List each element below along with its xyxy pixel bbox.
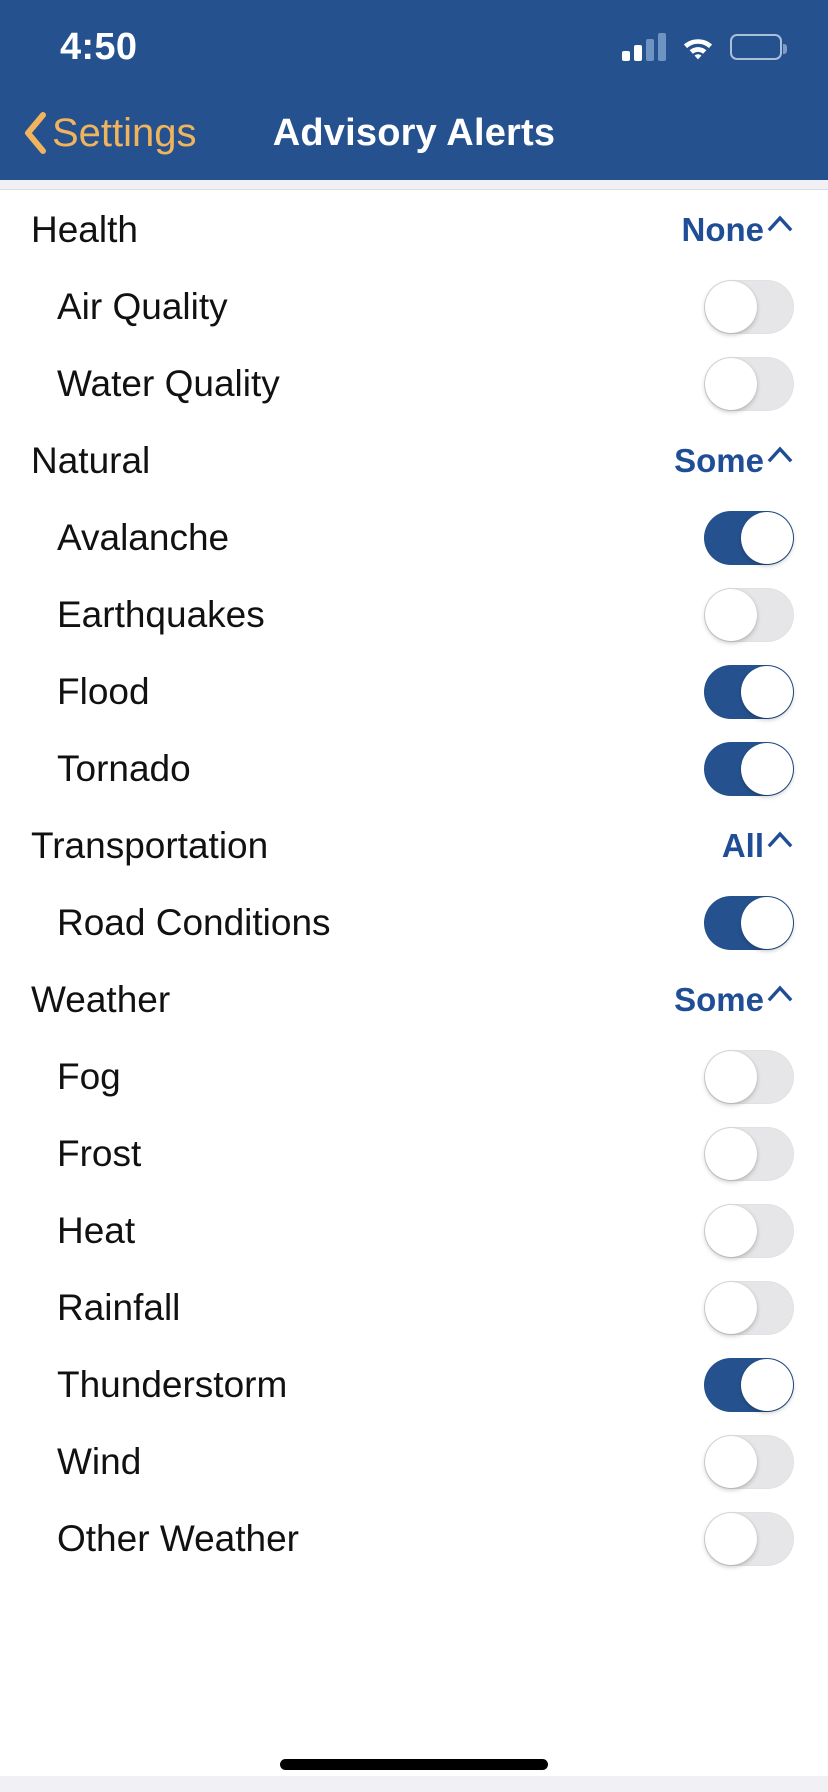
toggle-knob <box>741 665 793 718</box>
toggle-knob <box>741 742 793 795</box>
section-header-weather[interactable]: Weather Some <box>0 961 828 1038</box>
toggle-knob <box>705 280 757 333</box>
toggle-heat[interactable] <box>704 1203 794 1258</box>
section-title: Natural <box>31 440 151 481</box>
chevron-left-icon <box>22 110 48 156</box>
header: 4:50 Settings Advisory Alerts <box>0 0 828 180</box>
alert-row-flood[interactable]: Flood <box>0 653 828 730</box>
alert-row-label: Fog <box>57 1056 121 1097</box>
toggle-knob <box>705 1050 757 1103</box>
alert-row-label: Heat <box>57 1210 136 1251</box>
alert-row-label: Flood <box>57 671 150 712</box>
chevron-up-icon <box>766 210 794 238</box>
status-bar: 4:50 <box>0 0 828 86</box>
alert-row-heat[interactable]: Heat <box>0 1192 828 1269</box>
toggle-tornado[interactable] <box>704 741 794 796</box>
section-title: Weather <box>31 979 171 1020</box>
section-header-transportation[interactable]: Transportation All <box>0 807 828 884</box>
toggle-knob <box>705 1435 757 1488</box>
toggle-knob <box>741 1358 793 1411</box>
section-status[interactable]: None <box>682 213 795 246</box>
section-status[interactable]: All <box>722 829 794 862</box>
cellular-signal-icon <box>622 33 666 61</box>
section-status-label: Some <box>674 981 764 1018</box>
toggle-flood[interactable] <box>704 664 794 719</box>
navigation-bar: Settings Advisory Alerts <box>0 86 828 180</box>
toggle-knob <box>741 511 793 564</box>
toggle-water-quality[interactable] <box>704 356 794 411</box>
section-header-natural[interactable]: Natural Some <box>0 422 828 499</box>
alert-row-avalanche[interactable]: Avalanche <box>0 499 828 576</box>
alerts-list: Health None Air Quality Water Quality Natura… <box>0 191 828 1577</box>
alert-row-label: Tornado <box>57 748 191 789</box>
alert-row-label: Wind <box>57 1441 142 1482</box>
alert-row-label: Water Quality <box>57 363 280 404</box>
alert-row-label: Air Quality <box>57 286 228 327</box>
toggle-rainfall[interactable] <box>704 1280 794 1335</box>
section-status[interactable]: Some <box>674 983 794 1016</box>
alert-row-rainfall[interactable]: Rainfall <box>0 1269 828 1346</box>
alert-row-label: Rainfall <box>57 1287 181 1328</box>
toggle-frost[interactable] <box>704 1126 794 1181</box>
app-screen: 4:50 Settings Advisory Alerts Health Non… <box>0 0 828 1792</box>
toggle-thunderstorm[interactable] <box>704 1357 794 1412</box>
toggle-other-weather[interactable] <box>704 1511 794 1566</box>
bottom-strip <box>0 1776 828 1792</box>
toggle-knob <box>705 588 757 641</box>
chevron-up-icon <box>766 980 794 1008</box>
toggle-wind[interactable] <box>704 1434 794 1489</box>
toggle-knob <box>741 896 793 949</box>
back-button-label: Settings <box>52 111 197 155</box>
alert-row-label: Frost <box>57 1133 142 1174</box>
alert-row-wind[interactable]: Wind <box>0 1423 828 1500</box>
toggle-knob <box>705 1127 757 1180</box>
status-bar-clock: 4:50 <box>60 26 138 68</box>
toggle-fog[interactable] <box>704 1049 794 1104</box>
alert-row-label: Other Weather <box>57 1518 299 1559</box>
alert-row-label: Road Conditions <box>57 902 331 943</box>
chevron-up-icon <box>766 441 794 469</box>
alert-row-label: Earthquakes <box>57 594 265 635</box>
alert-row-tornado[interactable]: Tornado <box>0 730 828 807</box>
status-bar-icons <box>622 25 787 61</box>
chevron-up-icon <box>766 826 794 854</box>
alert-row-thunderstorm[interactable]: Thunderstorm <box>0 1346 828 1423</box>
section-header-health[interactable]: Health None <box>0 191 828 268</box>
toggle-earthquakes[interactable] <box>704 587 794 642</box>
section-status-label: Some <box>674 442 764 479</box>
section-title: Transportation <box>31 825 269 866</box>
section-status-label: None <box>681 211 765 248</box>
section-status[interactable]: Some <box>674 444 794 477</box>
header-divider <box>0 180 828 190</box>
toggle-knob <box>705 357 757 410</box>
alert-row-other-weather[interactable]: Other Weather <box>0 1500 828 1577</box>
toggle-knob <box>705 1281 757 1334</box>
back-button[interactable]: Settings <box>22 86 197 180</box>
section-status-label: All <box>721 827 764 864</box>
alert-row-frost[interactable]: Frost <box>0 1115 828 1192</box>
alert-row-air-quality[interactable]: Air Quality <box>0 268 828 345</box>
wifi-icon <box>680 33 716 61</box>
toggle-knob <box>705 1512 757 1565</box>
toggle-knob <box>705 1204 757 1257</box>
battery-icon <box>730 34 787 60</box>
alert-row-label: Avalanche <box>57 517 230 558</box>
home-indicator[interactable] <box>280 1759 548 1770</box>
alert-row-label: Thunderstorm <box>57 1364 288 1405</box>
alert-row-water-quality[interactable]: Water Quality <box>0 345 828 422</box>
alert-row-earthquakes[interactable]: Earthquakes <box>0 576 828 653</box>
alert-row-road-conditions[interactable]: Road Conditions <box>0 884 828 961</box>
section-title: Health <box>31 209 138 250</box>
alert-row-fog[interactable]: Fog <box>0 1038 828 1115</box>
toggle-air-quality[interactable] <box>704 279 794 334</box>
toggle-avalanche[interactable] <box>704 510 794 565</box>
toggle-road-conditions[interactable] <box>704 895 794 950</box>
